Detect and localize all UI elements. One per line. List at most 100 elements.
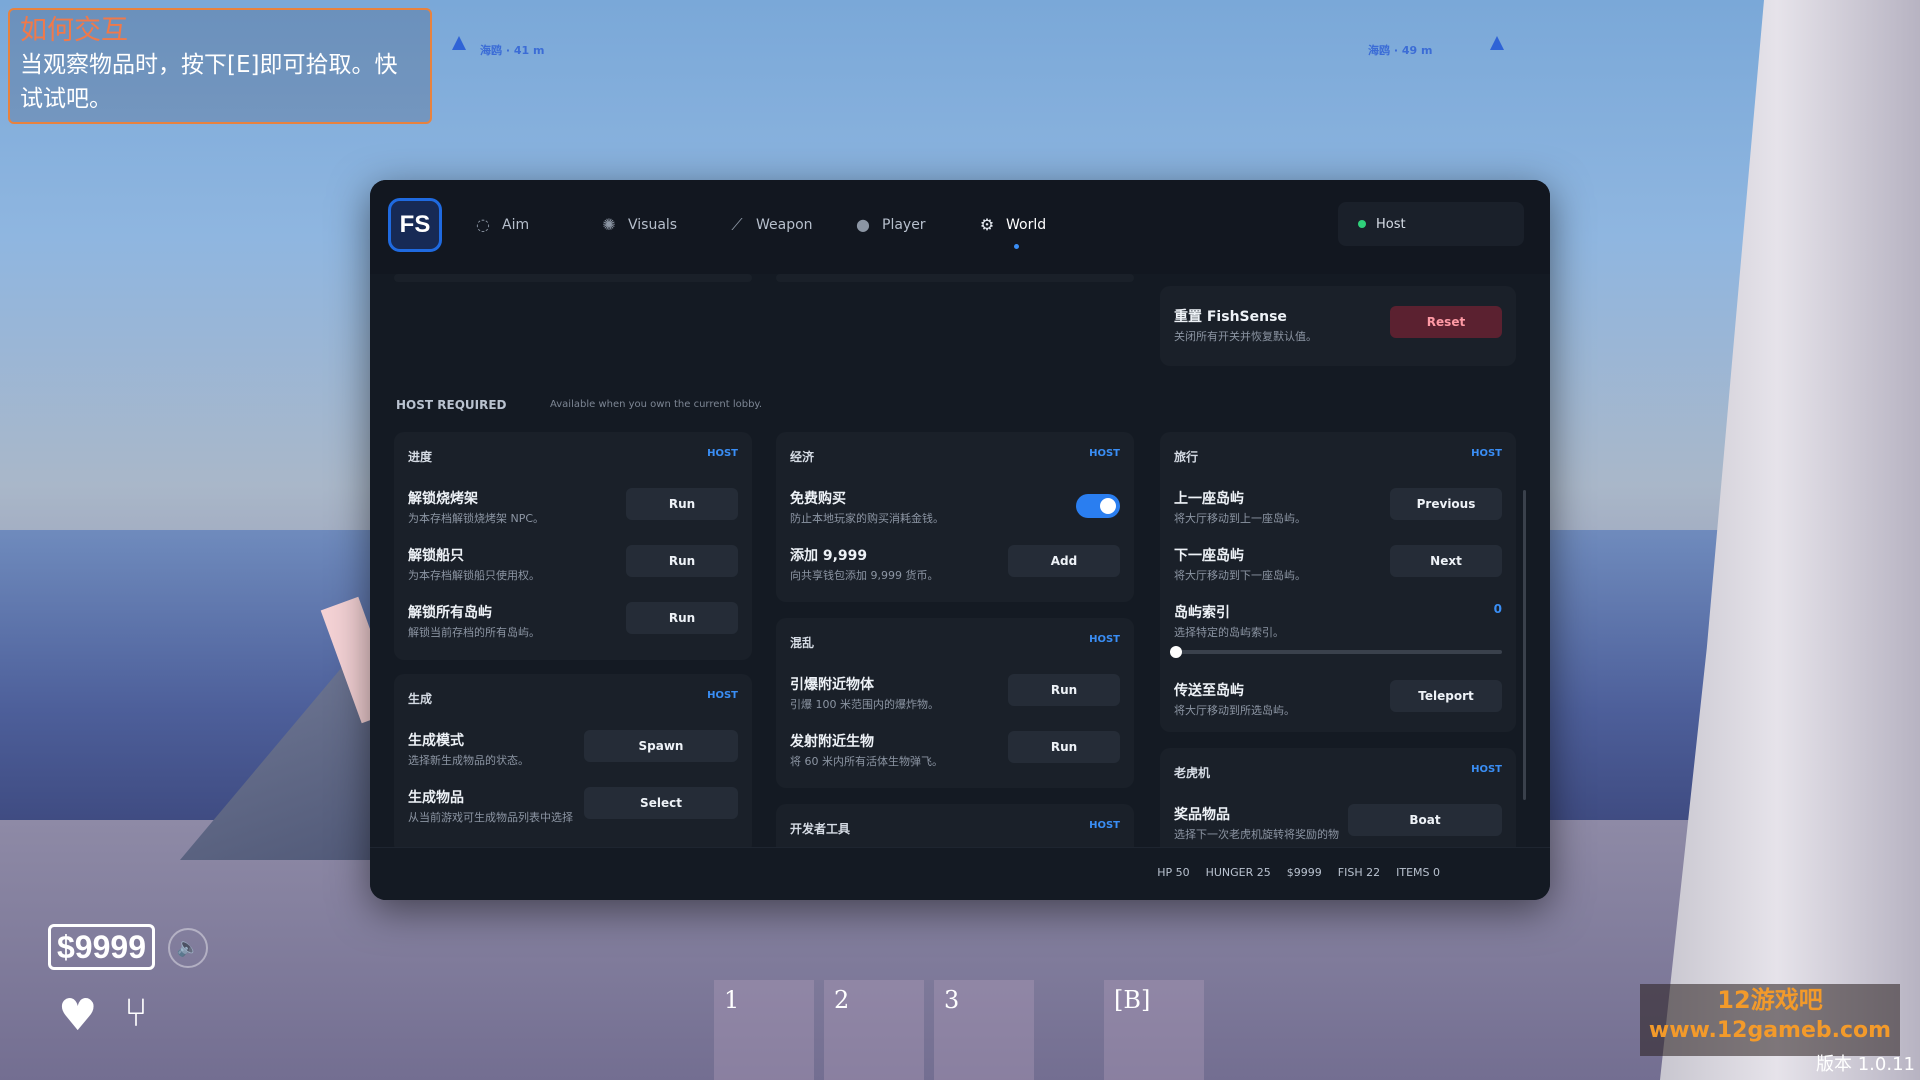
reset-label: 重置 FishSense bbox=[1174, 309, 1287, 325]
host-tag: HOST bbox=[1471, 764, 1502, 775]
previous-island-button[interactable]: Previous bbox=[1390, 488, 1502, 520]
compass-label-left: 海鸥 · 41 m bbox=[480, 44, 545, 57]
card-slot-machine: 老虎机 HOST 奖品物品 选择下一次老虎机旋转将奖励的物 Boat bbox=[1160, 748, 1516, 848]
card-economy-title: 经济 bbox=[790, 450, 815, 464]
row-desc: 为本存档解锁烧烤架 NPC。 bbox=[408, 512, 545, 525]
host-tag: HOST bbox=[1471, 448, 1502, 459]
card-chaos: 混乱 HOST 引爆附近物体 引爆 100 米范围内的爆炸物。 Run 发射附近… bbox=[776, 618, 1134, 788]
hotbar-slot-b[interactable]: [B] bbox=[1104, 980, 1204, 1080]
unlock-boat-run-button[interactable]: Run bbox=[626, 545, 738, 577]
slot-key: 2 bbox=[834, 986, 850, 1014]
slot-key: 1 bbox=[724, 986, 740, 1014]
tab-weapon[interactable]: ⟋ Weapon bbox=[728, 210, 813, 240]
row-label: 免费购买 bbox=[790, 491, 846, 507]
row-unlock-islands: 解锁所有岛屿 解锁当前存档的所有岛屿。 Run bbox=[408, 598, 738, 646]
reset-row: 重置 FishSense 关闭所有开关并恢复默认值。 Reset bbox=[1174, 302, 1502, 350]
row-spawn-item: 生成物品 从当前游戏可生成物品列表中选择 Select bbox=[408, 783, 738, 831]
slot-key: 3 bbox=[944, 986, 960, 1014]
row-launch: 发射附近生物 将 60 米内所有活体生物弹飞。 Run bbox=[790, 727, 1120, 775]
gears-icon: ⚙ bbox=[979, 215, 995, 234]
watermark-line2: www.12gameb.com bbox=[1648, 1018, 1892, 1043]
row-label: 下一座岛屿 bbox=[1174, 548, 1244, 564]
row-desc: 将大厅移动到下一座岛屿。 bbox=[1174, 569, 1306, 582]
unlock-islands-run-button[interactable]: Run bbox=[626, 602, 738, 634]
tab-player-label: Player bbox=[882, 217, 926, 233]
tab-visuals-label: Visuals bbox=[628, 217, 678, 233]
compass-marker-right-icon bbox=[1490, 36, 1504, 50]
reset-button[interactable]: Reset bbox=[1390, 306, 1502, 338]
row-label: 岛屿索引 bbox=[1174, 605, 1230, 621]
host-tag: HOST bbox=[1089, 448, 1120, 459]
host-status: Host bbox=[1338, 202, 1524, 246]
island-index-value: 0 bbox=[1493, 602, 1502, 616]
host-tag: HOST bbox=[1089, 820, 1120, 831]
detonate-run-button[interactable]: Run bbox=[1008, 674, 1120, 706]
row-desc: 将 60 米内所有活体生物弹飞。 bbox=[790, 755, 943, 768]
teleport-button[interactable]: Teleport bbox=[1390, 680, 1502, 712]
content-scrollbar[interactable] bbox=[1523, 490, 1526, 800]
row-desc: 向共享钱包添加 9,999 货币。 bbox=[790, 569, 939, 582]
row-prev-island: 上一座岛屿 将大厅移动到上一座岛屿。 Previous bbox=[1174, 484, 1502, 532]
tab-aim[interactable]: ◌ Aim bbox=[474, 210, 529, 240]
next-island-button[interactable]: Next bbox=[1390, 545, 1502, 577]
row-add-money: 添加 9,999 向共享钱包添加 9,999 货币。 Add bbox=[790, 541, 1120, 589]
tab-visuals[interactable]: ✺ Visuals bbox=[600, 210, 677, 240]
tab-world-label: World bbox=[1006, 217, 1047, 233]
mod-menu-panel: FS ◌ Aim ✺ Visuals ⟋ Weapon ● Player ⚙ W… bbox=[370, 180, 1550, 900]
user-icon: ● bbox=[856, 215, 870, 234]
row-spawn-mode: 生成模式 选择新生成物品的状态。 Spawn bbox=[408, 726, 738, 774]
select-item-button[interactable]: Select bbox=[584, 787, 738, 819]
heart-icon: ♥ bbox=[58, 990, 98, 1041]
card-chaos-title: 混乱 bbox=[790, 636, 815, 650]
row-desc: 选择特定的岛屿索引。 bbox=[1174, 626, 1284, 639]
row-desc: 从当前游戏可生成物品列表中选择 bbox=[408, 811, 573, 824]
tab-weapon-label: Weapon bbox=[756, 217, 813, 233]
tutorial-title: 如何交互 bbox=[20, 15, 128, 46]
card-spawn-title: 生成 bbox=[408, 692, 433, 706]
watermark-line1: 12游戏吧 bbox=[1717, 986, 1823, 1014]
status-bar: HP 50 HUNGER 25 $9999 FISH 22 ITEMS 0 bbox=[370, 847, 1550, 900]
row-desc: 解锁当前存档的所有岛屿。 bbox=[408, 626, 540, 639]
spawn-button[interactable]: Spawn bbox=[584, 730, 738, 762]
row-label: 生成物品 bbox=[408, 790, 464, 806]
tab-world[interactable]: ⚙ World bbox=[978, 210, 1046, 240]
stat-money: $9999 bbox=[1286, 866, 1322, 879]
island-index-slider[interactable] bbox=[1170, 646, 1502, 658]
hotbar-slot-2[interactable]: 2 bbox=[824, 980, 924, 1080]
fork-knife-icon: ⑂ bbox=[124, 990, 148, 1036]
row-label: 发射附近生物 bbox=[790, 734, 874, 750]
row-desc: 将大厅移动到上一座岛屿。 bbox=[1174, 512, 1306, 525]
row-desc: 引爆 100 米范围内的爆炸物。 bbox=[790, 698, 939, 711]
add-money-button[interactable]: Add bbox=[1008, 545, 1120, 577]
world-content[interactable]: 重置 FishSense 关闭所有开关并恢复默认值。 Reset HOST RE… bbox=[370, 274, 1550, 848]
prize-item-button[interactable]: Boat bbox=[1348, 804, 1502, 836]
row-prize-item: 奖品物品 选择下一次老虎机旋转将奖励的物 Boat bbox=[1174, 800, 1502, 848]
row-unlock-grill: 解锁烧烤架 为本存档解锁烧烤架 NPC。 Run bbox=[408, 484, 738, 532]
hotbar-slot-1[interactable]: 1 bbox=[714, 980, 814, 1080]
card-remnant bbox=[776, 274, 1134, 282]
row-desc: 选择下一次老虎机旋转将奖励的物 bbox=[1174, 828, 1339, 841]
stat-items: ITEMS 0 bbox=[1396, 866, 1440, 879]
tutorial-box: 如何交互 当观察物品时，按下[E]即可拾取。快试试吧。 bbox=[8, 8, 432, 124]
tab-player[interactable]: ● Player bbox=[854, 210, 926, 240]
card-economy: 经济 HOST 免费购买 防止本地玩家的购买消耗金钱。 添加 9,999 向共享… bbox=[776, 432, 1134, 602]
row-label: 传送至岛屿 bbox=[1174, 683, 1244, 699]
free-purchase-toggle[interactable] bbox=[1076, 494, 1120, 518]
reset-desc: 关闭所有开关并恢复默认值。 bbox=[1174, 330, 1317, 343]
row-desc: 将大厅移动到所选岛屿。 bbox=[1174, 704, 1295, 717]
hud-money: $9999 bbox=[48, 924, 155, 970]
hotbar-slot-3[interactable]: 3 bbox=[934, 980, 1034, 1080]
row-label: 解锁船只 bbox=[408, 548, 464, 564]
stat-hp: HP 50 bbox=[1157, 866, 1190, 879]
row-label: 引爆附近物体 bbox=[790, 677, 874, 693]
launch-run-button[interactable]: Run bbox=[1008, 731, 1120, 763]
watermark: 12游戏吧 www.12gameb.com bbox=[1640, 984, 1900, 1056]
unlock-grill-run-button[interactable]: Run bbox=[626, 488, 738, 520]
host-tag: HOST bbox=[707, 448, 738, 459]
row-desc: 为本存档解锁船只使用权。 bbox=[408, 569, 540, 582]
sun-icon: ✺ bbox=[602, 215, 616, 234]
slider-thumb[interactable] bbox=[1170, 646, 1182, 658]
card-slots-title: 老虎机 bbox=[1174, 766, 1211, 780]
stat-hunger: HUNGER 25 bbox=[1205, 866, 1271, 879]
tutorial-body: 当观察物品时，按下[E]即可拾取。快试试吧。 bbox=[20, 52, 398, 112]
